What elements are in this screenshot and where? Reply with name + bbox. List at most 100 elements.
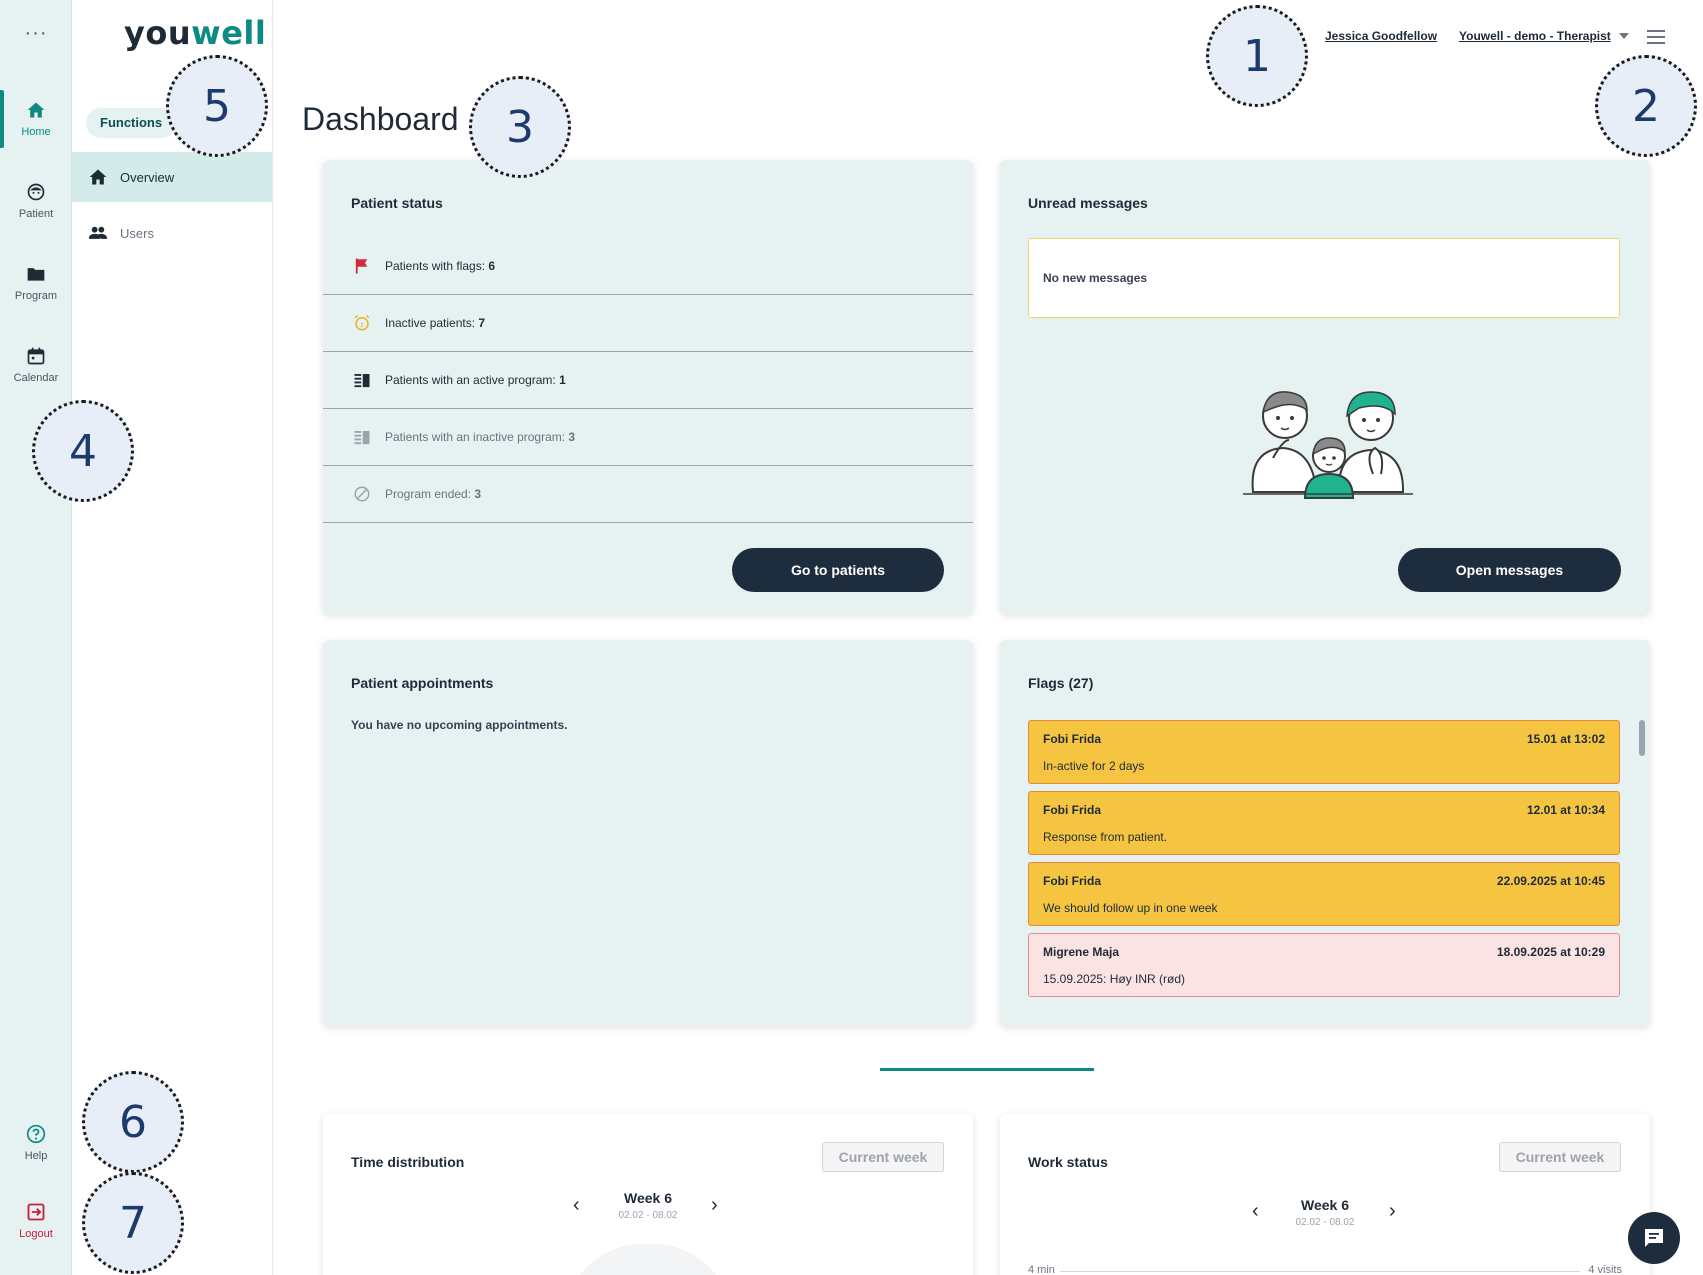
block-icon — [354, 486, 370, 502]
flag-item[interactable]: Migrene Maja 18.09.2025 at 10:29 15.09.2… — [1028, 933, 1620, 997]
card-title: Patient appointments — [351, 675, 494, 691]
callout-4: 4 — [32, 400, 134, 502]
youwell-logo: youwell — [124, 14, 267, 52]
time-distribution-chart — [563, 1244, 733, 1275]
flag-text: 15.09.2025: Høy INR (rød) — [1043, 972, 1186, 986]
flag-item[interactable]: Fobi Frida 22.09.2025 at 10:45 We should… — [1028, 862, 1620, 926]
flag-icon — [355, 258, 368, 274]
section-divider — [880, 1068, 1094, 1071]
chevron-right-icon[interactable]: › — [1389, 1200, 1396, 1223]
card-title: Flags (27) — [1028, 675, 1094, 691]
week-dates: 02.02 - 08.02 — [1295, 1217, 1355, 1228]
help-label: Help — [24, 1150, 48, 1162]
chat-icon — [1645, 1229, 1663, 1247]
open-messages-button[interactable]: Open messages — [1398, 548, 1621, 592]
sidebar-item-overview[interactable]: Overview — [72, 152, 272, 202]
flag-date: 22.09.2025 at 10:45 — [1496, 874, 1605, 888]
hamburger-menu-icon[interactable] — [1647, 30, 1665, 44]
appointments-empty-text: You have no upcoming appointments. — [351, 718, 568, 732]
messages-empty-box: No new messages — [1028, 238, 1620, 318]
patient-appointments-card: Patient appointments You have no upcomin… — [323, 640, 973, 1026]
card-title: Work status — [1028, 1154, 1108, 1170]
rail-item-home[interactable]: Home — [0, 84, 72, 154]
alarm-icon: z — [354, 314, 370, 331]
card-title: Unread messages — [1028, 195, 1148, 211]
sidebar-item-label: Overview — [120, 169, 175, 185]
callout-3: 3 — [469, 76, 571, 178]
flag-patient-name: Migrene Maja — [1043, 945, 1120, 959]
flags-scrollbar[interactable] — [1639, 720, 1645, 756]
chevron-left-icon[interactable]: ‹ — [573, 1194, 580, 1217]
week-selector: Week 6 02.02 - 08.02 — [1275, 1197, 1375, 1228]
callout-2: 2 — [1595, 55, 1697, 157]
flag-item[interactable]: Fobi Frida 12.01 at 10:34 Response from … — [1028, 791, 1620, 855]
rail-item-calendar[interactable]: Calendar — [0, 330, 72, 400]
week-label: Week 6 — [624, 1190, 672, 1206]
program-icon — [354, 374, 370, 388]
chat-button[interactable] — [1628, 1212, 1680, 1264]
work-status-axis — [1060, 1271, 1580, 1272]
flag-item[interactable]: Fobi Frida 15.01 at 13:02 In-active for … — [1028, 720, 1620, 784]
flag-patient-name: Fobi Frida — [1043, 874, 1101, 888]
help-icon — [26, 1124, 46, 1144]
chevron-down-icon[interactable] — [1619, 33, 1629, 39]
patient-icon — [27, 183, 45, 201]
unread-messages-card: Unread messages No new messages Open mes… — [1000, 160, 1650, 614]
rail-item-program[interactable]: Program — [0, 248, 72, 318]
chevron-right-icon[interactable]: › — [711, 1194, 718, 1217]
help-button[interactable]: Help — [0, 1108, 72, 1178]
card-title: Time distribution — [351, 1154, 465, 1170]
work-status-card: Work status Current week ‹ Week 6 02.02 … — [1000, 1114, 1650, 1275]
status-row-flags[interactable]: Patients with flags: 6 — [323, 238, 973, 295]
logout-icon — [27, 1203, 45, 1221]
more-menu-button[interactable]: ··· — [0, 22, 72, 45]
calendar-icon — [27, 347, 45, 365]
time-distribution-card: Time distribution Current week ‹ Week 6 … — [323, 1114, 973, 1275]
logout-button[interactable]: Logout — [0, 1186, 72, 1256]
card-title: Patient status — [351, 195, 443, 211]
current-week-button[interactable]: Current week — [1499, 1142, 1621, 1172]
home-icon — [27, 102, 45, 118]
status-row-active-program[interactable]: Patients with an active program: 1 — [323, 352, 973, 409]
tab-functions[interactable]: Functions — [86, 108, 177, 138]
users-icon — [88, 226, 108, 239]
status-row-inactive-program[interactable]: Patients with an inactive program: 3 — [323, 409, 973, 466]
svg-text:z: z — [360, 321, 364, 329]
home-icon — [89, 169, 107, 185]
callout-5: 5 — [166, 55, 268, 157]
rail-item-label: Home — [21, 126, 51, 138]
page-title: Dashboard — [302, 101, 459, 137]
week-dates: 02.02 - 08.02 — [618, 1210, 678, 1221]
work-status-left-label: 4 min — [1028, 1264, 1055, 1275]
rail-item-label: Patient — [18, 208, 54, 220]
chevron-left-icon[interactable]: ‹ — [1252, 1200, 1259, 1223]
flag-date: 12.01 at 10:34 — [1526, 803, 1605, 817]
current-week-button[interactable]: Current week — [822, 1142, 944, 1172]
flag-text: Response from patient. — [1043, 830, 1168, 844]
user-name-link[interactable]: Jessica Goodfellow — [1325, 29, 1437, 43]
callout-6: 6 — [82, 1071, 184, 1173]
flag-patient-name: Fobi Frida — [1043, 732, 1101, 746]
work-status-right-label: 4 visits — [1588, 1264, 1622, 1275]
folder-icon — [27, 268, 45, 281]
flag-date: 18.09.2025 at 10:29 — [1496, 945, 1605, 959]
flag-patient-name: Fobi Frida — [1043, 803, 1101, 817]
flags-card: Flags (27) Fobi Frida 15.01 at 13:02 In-… — [1000, 640, 1650, 1026]
left-rail: ··· Home Patient Program Calendar Help L… — [0, 0, 72, 1275]
sidebar-item-users[interactable]: Users — [72, 208, 272, 258]
flag-text: In-active for 2 days — [1043, 759, 1145, 773]
callout-7: 7 — [82, 1172, 184, 1274]
rail-item-label: Calendar — [13, 372, 59, 384]
org-role-dropdown[interactable]: Youwell - demo - Therapist — [1459, 29, 1611, 43]
go-to-patients-button[interactable]: Go to patients — [732, 548, 944, 592]
logout-label: Logout — [19, 1228, 53, 1240]
callout-1: 1 — [1206, 5, 1308, 107]
status-row-program-ended[interactable]: Program ended: 3 — [323, 466, 973, 523]
people-illustration — [1243, 391, 1413, 499]
sidebar-item-label: Users — [120, 225, 154, 241]
patient-status-card: Patient status Patients with flags: 6 z … — [323, 160, 973, 614]
week-selector: Week 6 02.02 - 08.02 — [598, 1190, 698, 1221]
rail-item-label: Program — [14, 290, 58, 302]
status-row-inactive[interactable]: z Inactive patients: 7 — [323, 295, 973, 352]
rail-item-patient[interactable]: Patient — [0, 166, 72, 236]
